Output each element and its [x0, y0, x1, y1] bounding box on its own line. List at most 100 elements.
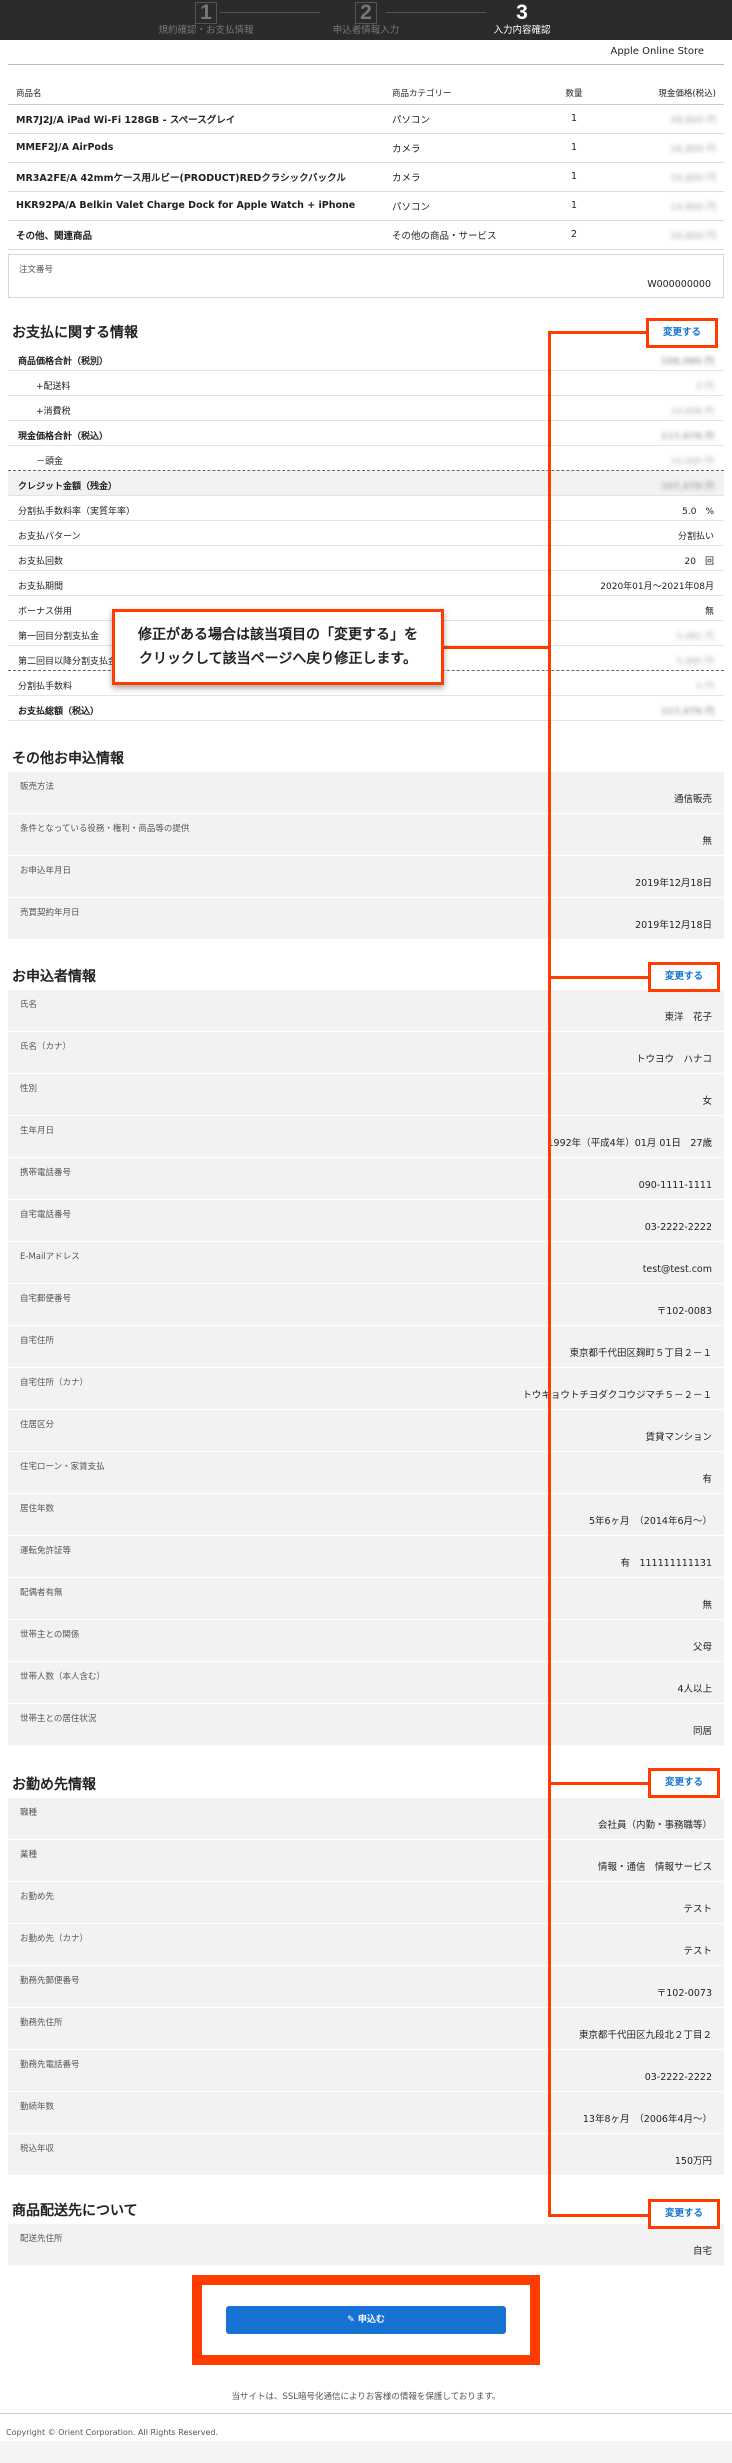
- table-row: その他、関連商品 その他の商品・サービス 2 16,800 円: [8, 220, 724, 250]
- field-value: 1992年（平成4年）01月 01日 27歳: [547, 1138, 712, 1149]
- item-label: 現金価格合計（税込）: [18, 432, 109, 442]
- product-qty: 1: [554, 104, 594, 134]
- list-item: クレジット金額（残金） 107,678 円: [8, 471, 724, 496]
- annotation-line: [548, 976, 648, 979]
- item-value: 0 円: [696, 382, 714, 392]
- item-value: 117,678 円: [660, 432, 714, 442]
- field-label: 世帯主との関係: [20, 1630, 80, 1640]
- item-value: 107,678 円: [660, 482, 714, 492]
- item-value: 5,481 円: [676, 632, 714, 642]
- step-1: 1 規約確認・お支払情報: [126, 0, 286, 40]
- table-row: MMEF2J/A AirPods カメラ 1 16,800 円: [8, 133, 724, 163]
- product-category: パソコン: [384, 191, 554, 221]
- work-info-list: 職種 会社員（内勤・事務職等） 業種 情報・通信 情報サービス お勤め先 テスト お勤め先（…: [8, 1798, 724, 2176]
- table-row: MR3A2FE/A 42mmケース用ルビー(PRODUCT)REDクラシックバッ…: [8, 162, 724, 192]
- list-item: －頭金 10,000 円: [8, 446, 724, 471]
- list-item: お申込年月日 2019年12月18日: [8, 856, 724, 898]
- change-work-button[interactable]: 変更する: [648, 1768, 720, 1798]
- annotation-line: [548, 1782, 648, 1785]
- change-payment-button[interactable]: 変更する: [646, 318, 718, 348]
- field-value: 自宅: [692, 2246, 712, 2257]
- product-price: 48,800 円: [670, 114, 716, 126]
- field-value: 03-2222-2222: [644, 2072, 712, 2083]
- field-value: 有 111111111131: [620, 1558, 712, 1569]
- store-name: Apple Online Store: [610, 46, 704, 57]
- list-item: 氏名 東洋 花子: [8, 990, 724, 1032]
- list-item: 自宅住所 東京都千代田区麹町５丁目２－１: [8, 1326, 724, 1368]
- callout-line: クリックして該当ページへ戻り修正します。: [139, 651, 417, 667]
- field-label: 配偶者有無: [20, 1588, 63, 1598]
- submit-icon: ✎: [347, 2315, 358, 2325]
- submit-label: 申込む: [357, 2315, 385, 2325]
- step-label: 入力内容確認: [493, 25, 551, 36]
- field-label: 自宅住所（カナ）: [20, 1378, 89, 1388]
- field-value: 090-1111-1111: [638, 1180, 712, 1191]
- list-item: 氏名（カナ） トウヨウ ハナコ: [8, 1032, 724, 1074]
- list-item: 運転免許証等有 111111111131: [8, 1536, 724, 1578]
- table-header-row: 商品名 商品カテゴリー 数量 現金価格(税込): [8, 82, 724, 105]
- ssl-notice: 当サイトは、SSL暗号化通信によりお客様の情報を保護しております。: [231, 2392, 501, 2402]
- product-price: 16,800 円: [670, 172, 716, 184]
- list-item: 自宅郵便番号 〒102-0083: [8, 1284, 724, 1326]
- step-label: 規約確認・お支払情報: [158, 25, 254, 36]
- list-item: お支払期間 2020年01月～2021年08月: [8, 571, 724, 596]
- item-value: 10,698 円: [670, 407, 714, 417]
- item-label: 分割払手数料率（実質年率）: [18, 507, 136, 517]
- item-value: 無: [704, 607, 714, 617]
- divider: [8, 64, 724, 65]
- table-row: MR7J2J/A iPad Wi-Fi 128GB - スペースグレイ パソコン…: [8, 104, 724, 134]
- field-label: 居住年数: [20, 1504, 55, 1514]
- list-item: 自宅電話番号 03-2222-2222: [8, 1200, 724, 1242]
- field-value: 有: [702, 1474, 712, 1485]
- item-value: 2020年01月～2021年08月: [600, 582, 714, 592]
- field-value: 女: [702, 1096, 712, 1107]
- field-value: 〒102-0073: [656, 1988, 712, 1999]
- list-item: お支払パターン 分割払い: [8, 521, 724, 546]
- footer-bar: [0, 2441, 732, 2463]
- field-value: 〒102-0083: [656, 1306, 712, 1317]
- item-value: 分割払い: [677, 532, 714, 542]
- product-qty: 1: [554, 162, 594, 192]
- item-label: 第一回目分割支払金: [18, 632, 100, 642]
- product-name: その他、関連商品: [8, 220, 384, 250]
- item-value: 117,678 円: [660, 707, 714, 717]
- list-item: 業種 情報・通信 情報サービス: [8, 1840, 724, 1882]
- item-label: +配送料: [36, 382, 71, 392]
- field-label: 勤続年数: [20, 2102, 55, 2112]
- field-label: 業種: [20, 1850, 38, 1860]
- step-number: 2: [355, 2, 377, 24]
- field-label: 自宅住所: [20, 1336, 55, 1346]
- list-item: 職種 会社員（内勤・事務職等）: [8, 1798, 724, 1840]
- field-value: トウヨウ ハナコ: [635, 1054, 712, 1065]
- list-item: 世帯主との居住状況 同居: [8, 1704, 724, 1746]
- field-label: 勤務先郵便番号: [20, 1976, 80, 1986]
- item-label: 第二回目以降分割支払金: [18, 657, 118, 667]
- field-label: 職種: [20, 1808, 38, 1818]
- list-item: お勤め先（カナ） テスト: [8, 1924, 724, 1966]
- list-item: 自宅住所（カナ） トウキョウトチヨダクコウジマチ５－２－１: [8, 1368, 724, 1410]
- section-title-payment: お支払に関する情報: [12, 325, 138, 341]
- product-name: MR7J2J/A iPad Wi-Fi 128GB - スペースグレイ: [8, 104, 384, 134]
- list-item: お支払回数 20 回: [8, 546, 724, 571]
- product-category: その他の商品・サービス: [384, 220, 554, 250]
- field-label: 税込年収: [20, 2144, 55, 2154]
- col-header-qty: 数量: [554, 82, 594, 105]
- list-item: 勤務先郵便番号〒102-0073: [8, 1966, 724, 2008]
- item-label: お支払回数: [18, 557, 64, 567]
- change-applicant-button[interactable]: 変更する: [648, 962, 720, 992]
- order-number-value: W000000000: [647, 279, 711, 290]
- submit-button[interactable]: ✎ 申込む: [226, 2306, 506, 2334]
- item-value: 20 回: [684, 557, 714, 567]
- submit-highlight-frame: ✎ 申込む: [192, 2275, 540, 2365]
- field-value: 東京都千代田区九段北２丁目２: [578, 2030, 712, 2041]
- section-title-delivery: 商品配送先について: [12, 2203, 138, 2219]
- annotation-line: [548, 331, 646, 334]
- step-number: 1: [195, 2, 217, 24]
- change-delivery-button[interactable]: 変更する: [648, 2199, 720, 2229]
- applicant-info-list: 氏名 東洋 花子 氏名（カナ） トウヨウ ハナコ 性別女生年月日 1992年（平成4年）0…: [8, 990, 724, 1746]
- field-label: 条件となっている役務・権利・商品等の提供: [20, 824, 190, 834]
- section-title-other: その他お申込情報: [12, 751, 124, 767]
- list-item: +消費税 10,698 円: [8, 396, 724, 421]
- product-table: 商品名 商品カテゴリー 数量 現金価格(税込) MR7J2J/A iPad Wi…: [8, 82, 724, 250]
- divider: [0, 2413, 732, 2414]
